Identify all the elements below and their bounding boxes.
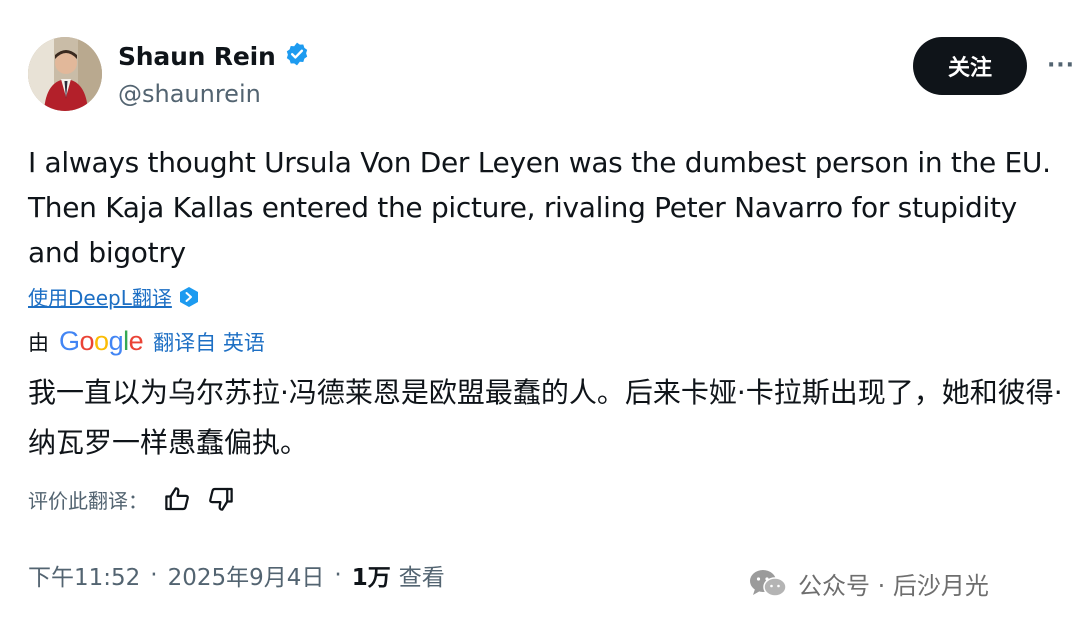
views-label[interactable]: 查看 xyxy=(399,558,445,592)
watermark: 公众号 · 后沙月光 xyxy=(748,566,989,601)
avatar[interactable] xyxy=(28,37,102,111)
wechat-icon xyxy=(748,568,788,600)
tweet-time[interactable]: 下午11:52 xyxy=(28,558,140,592)
follow-button[interactable]: 关注 xyxy=(913,37,1027,95)
more-options-icon[interactable]: ··· xyxy=(1044,50,1078,80)
thumbs-up-icon[interactable] xyxy=(162,484,192,514)
google-logo: Google xyxy=(59,326,144,356)
deepl-icon[interactable] xyxy=(178,286,200,308)
user-handle[interactable]: @shaunrein xyxy=(118,80,261,108)
views-count[interactable]: 1万 xyxy=(352,558,391,592)
rate-translation-label: 评价此翻译： xyxy=(28,488,148,513)
translation-attribution: 由 Google 翻译自 英语 xyxy=(28,326,265,357)
tweet-date[interactable]: 2025年9月4日 xyxy=(168,558,325,592)
display-name[interactable]: Shaun Rein xyxy=(118,42,276,71)
translated-text: 我一直以为乌尔苏拉·冯德莱恩是欧盟最蠢的人。后来卡娅·卡拉斯出现了，她和彼得·纳… xyxy=(28,376,1063,459)
translated-from-link[interactable]: 翻译自 英语 xyxy=(153,327,265,357)
verified-badge-icon xyxy=(284,41,310,71)
meta-separator: · xyxy=(334,562,342,588)
tweet-text: I always thought Ursula Von Der Leyen wa… xyxy=(28,146,1051,269)
meta-separator: · xyxy=(150,562,158,588)
watermark-text: 公众号 · 后沙月光 xyxy=(798,572,989,600)
tweet-meta: 下午11:52 · 2025年9月4日 · 1万 查看 xyxy=(28,558,445,592)
deepl-row: 使用DeepL翻译 xyxy=(28,282,200,311)
name-row: Shaun Rein xyxy=(118,40,310,72)
tweet-card: Shaun Rein @shaunrein 关注 ··· I always th… xyxy=(0,0,1080,629)
by-label: 由 xyxy=(28,330,49,355)
deepl-translate-link[interactable]: 使用DeepL翻译 xyxy=(28,282,172,311)
thumbs-down-icon[interactable] xyxy=(206,484,236,514)
rate-translation-row: 评价此翻译： xyxy=(28,484,236,514)
